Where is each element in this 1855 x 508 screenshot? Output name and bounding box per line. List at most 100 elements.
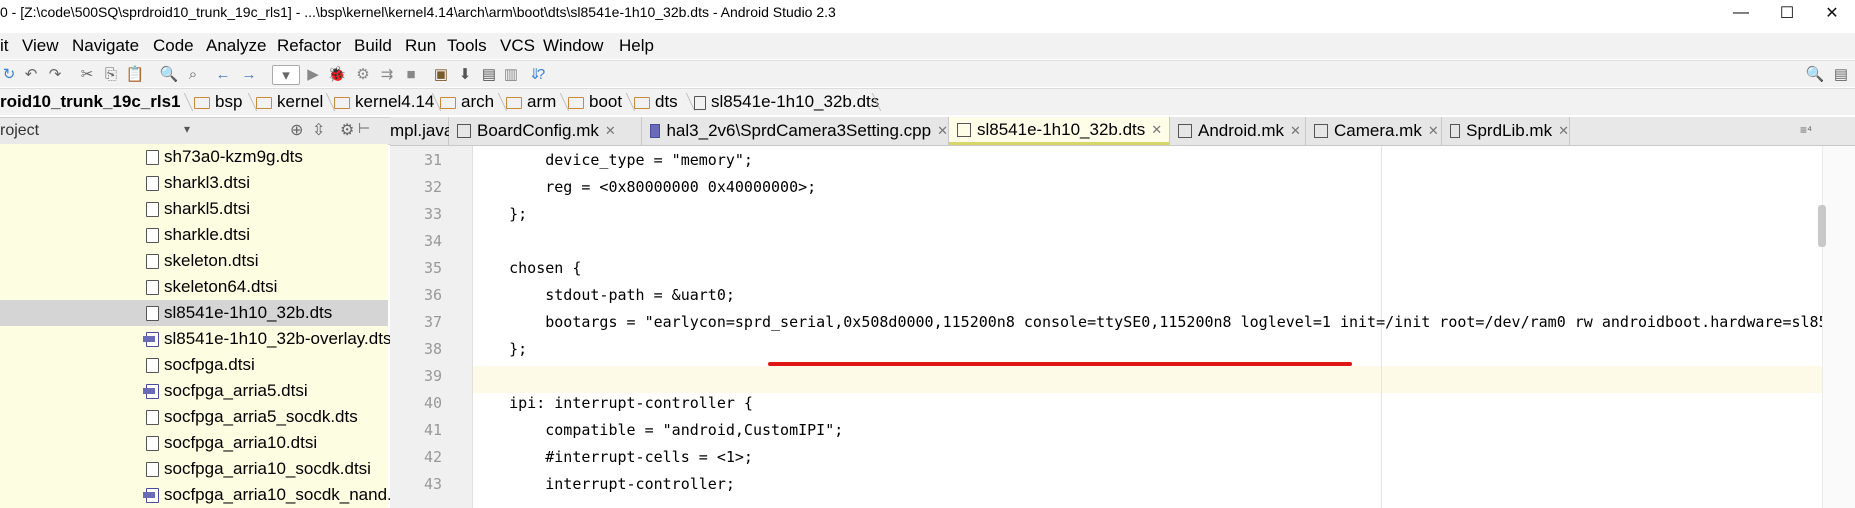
help-icon[interactable]: ? [532,65,550,83]
menu-navigate[interactable]: Navigate [72,36,139,56]
collapse-all-icon[interactable]: ⇳ [312,120,325,140]
dts-file-icon [957,122,971,137]
breadcrumb: roid10_trunk_19c_rls1 bsp kernel kernel4… [0,88,1855,115]
breadcrumb-project[interactable]: roid10_trunk_19c_rls1 [0,92,181,112]
tab-impl-java[interactable]: mpl.java✕ [390,117,470,145]
tree-item[interactable]: skeleton.dtsi [0,248,388,274]
tab-sprdlib-mk[interactable]: SprdLib.mk ✕ [1442,117,1570,145]
device-monitor-icon[interactable]: ▥ [502,65,520,83]
minimize-button[interactable]: — [1718,0,1764,26]
tab-list-icon[interactable]: ≡⁴ [1800,123,1812,137]
tree-item[interactable]: sharkl5.dtsi [0,196,388,222]
forward-icon[interactable]: → [240,65,258,83]
breadcrumb-item-arm[interactable]: arm [506,92,556,112]
breadcrumb-item-kernel[interactable]: kernel [256,92,323,112]
sync-icon[interactable]: ↻ [0,65,18,83]
code-line: reg = <0x80000000 0x40000000>; [473,178,817,196]
sdk-manager-icon[interactable]: ⬇ [456,65,474,83]
tab-boardconfig-mk[interactable]: BoardConfig.mk ✕ [449,117,642,145]
tree-item[interactable]: socfpga_arria5.dtsi [0,378,388,404]
redo-icon[interactable]: ↷ [46,65,64,83]
scroll-from-source-icon[interactable]: ⊕ [290,120,303,140]
breadcrumb-item-dts[interactable]: dts [634,92,678,112]
debug-icon[interactable]: 🐞 [328,65,347,83]
tree-item-selected[interactable]: sl8541e-1h10_32b.dts [0,300,388,326]
project-view-selector[interactable]: roject [0,122,39,140]
back-icon[interactable]: ← [214,65,232,83]
menu-window[interactable]: Window [543,36,603,56]
close-tab-icon[interactable]: ✕ [605,123,616,139]
menu-view[interactable]: View [22,36,59,56]
close-tab-icon[interactable]: ✕ [1151,122,1162,138]
tab-android-mk[interactable]: Android.mk ✕ [1170,117,1306,145]
avd-manager-icon[interactable]: ▣ [432,65,450,83]
close-tab-icon[interactable]: ✕ [1290,123,1301,139]
view-dropdown-icon[interactable]: ▾ [184,122,190,136]
search-everywhere-icon[interactable]: 🔍 [1806,65,1825,83]
breadcrumb-item-kernel414[interactable]: kernel4.14 [334,92,434,112]
event-log-icon[interactable]: ▤ [1832,65,1850,83]
scrollbar-thumb[interactable] [1818,205,1826,247]
tab-sl8541e-dts[interactable]: sl8541e-1h10_32b.dts ✕ [949,117,1170,145]
tree-item-label: sl8541e-1h10_32b.dts [164,303,333,322]
replace-icon[interactable]: ⌕ [184,65,202,83]
structure-icon[interactable]: ▤ [480,65,498,83]
maximize-button[interactable]: ☐ [1764,0,1810,26]
window-title: 0 - [Z:\code\500SQ\sprdroid10_trunk_19c_… [0,4,836,20]
close-tab-icon[interactable]: ✕ [1558,123,1569,139]
tree-item[interactable]: socfpga_arria10.dtsi [0,430,388,456]
folder-icon [506,97,522,109]
menu-build[interactable]: Build [354,36,392,56]
code-line: interrupt-controller; [473,475,735,493]
run-config-dropdown-icon[interactable]: ▾ [272,65,300,85]
attach-icon[interactable]: ⇉ [378,65,396,83]
tab-camera-mk[interactable]: Camera.mk ✕ [1306,117,1442,145]
menu-refactor[interactable]: Refactor [277,36,341,56]
tree-item[interactable]: sh73a0-kzm9g.dts [0,144,388,170]
menu-tools[interactable]: Tools [447,36,487,56]
mk-file-icon [457,124,471,138]
breadcrumb-item-boot[interactable]: boot [568,92,622,112]
tree-item[interactable]: sl8541e-1h10_32b-overlay.dts [0,326,391,352]
menu-help[interactable]: Help [619,36,654,56]
tree-item[interactable]: socfpga_arria10_socdk.dtsi [0,456,388,482]
line-number: 31 [423,151,442,169]
close-button[interactable]: ✕ [1809,0,1855,26]
paste-icon[interactable]: 📋 [126,65,145,83]
undo-icon[interactable]: ↶ [22,65,40,83]
find-icon[interactable]: 🔍 [160,65,179,83]
stop-icon[interactable]: ■ [402,65,420,83]
menu-run[interactable]: Run [405,36,436,56]
hide-panel-icon[interactable]: ⊢ [358,120,370,137]
code-line: stdout-path = &uart0; [473,286,735,304]
breadcrumb-item-bsp[interactable]: bsp [194,92,242,112]
menu-edit[interactable]: it [0,36,9,56]
tree-item[interactable]: socfpga_arria5_socdk.dts [0,404,388,430]
close-tab-icon[interactable]: ✕ [1428,123,1439,139]
line-number: 37 [423,313,442,331]
cut-icon[interactable]: ✂ [78,65,96,83]
tree-item-label: skeleton64.dtsi [164,277,278,296]
close-tab-icon[interactable]: ✕ [937,123,948,139]
title-bar: 0 - [Z:\code\500SQ\sprdroid10_trunk_19c_… [0,0,1855,26]
tab-sprdcamera3setting-cpp[interactable]: hal3_2v6\SprdCamera3Setting.cpp ✕ [642,117,949,145]
tree-item[interactable]: socfpga_arria10_socdk_nand.d [0,482,401,508]
run-icon[interactable]: ▶ [304,65,322,83]
tree-item[interactable]: sharkle.dtsi [0,222,388,248]
tree-item[interactable]: socfpga.dtsi [0,352,388,378]
breadcrumb-file[interactable]: sl8541e-1h10_32b.dts [694,92,879,112]
folder-icon [256,97,272,109]
breadcrumb-item-arch[interactable]: arch [440,92,494,112]
menu-analyze[interactable]: Analyze [206,36,266,56]
line-number: 34 [423,232,442,250]
code-line: ipi: interrupt-controller { [473,394,753,412]
tree-item[interactable]: skeleton64.dtsi [0,274,388,300]
copy-icon[interactable]: ⎘ [102,65,120,83]
profile-icon[interactable]: ⚙ [354,65,372,83]
settings-gear-icon[interactable]: ⚙ [340,120,354,140]
tree-item[interactable]: sharkl3.dtsi [0,170,388,196]
menu-vcs[interactable]: VCS [500,36,535,56]
menu-code[interactable]: Code [153,36,194,56]
editor-scrollbar[interactable] [1822,146,1855,508]
code-line: compatible = "android,CustomIPI"; [473,421,844,439]
